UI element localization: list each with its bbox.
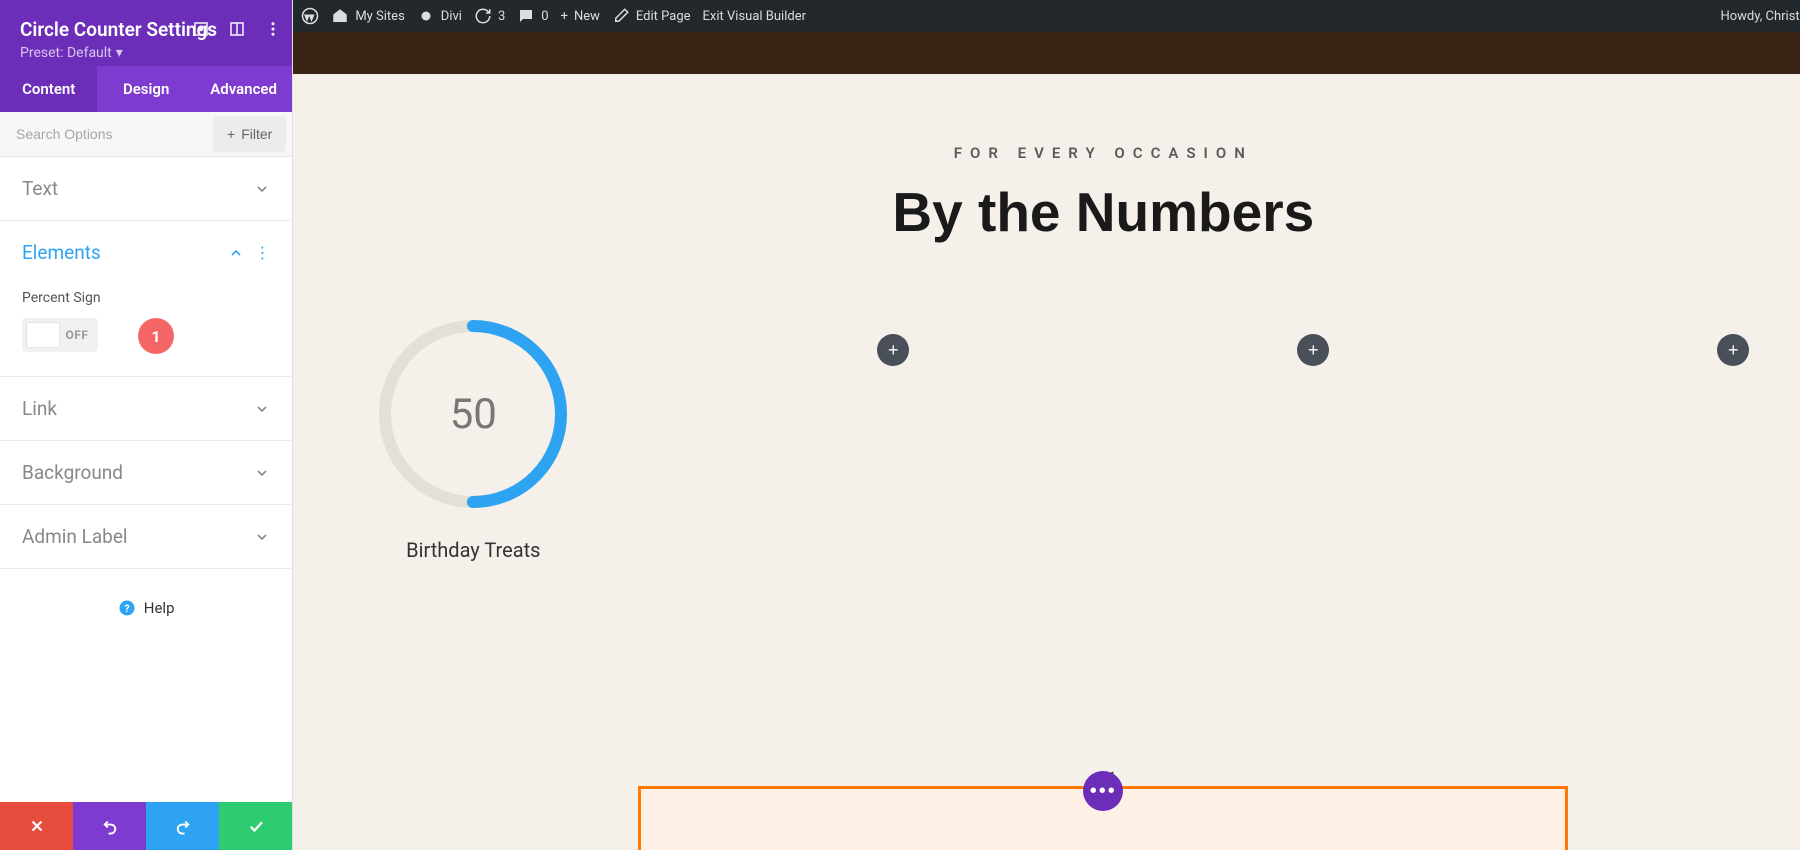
settings-sidebar: Circle Counter Settings Preset: Default … — [0, 0, 293, 850]
chevron-down-icon — [254, 181, 270, 197]
section-background-header[interactable]: Background — [0, 441, 292, 504]
preset-selector[interactable]: Preset: Default ▾ — [20, 45, 123, 61]
section-admin-label: Admin Label — [0, 505, 292, 569]
help-icon: ? — [118, 599, 136, 617]
section-elements: Elements ⋮ Percent Sign OFF — [0, 221, 292, 377]
caret-down-icon: ▾ — [116, 45, 123, 61]
section-subtitle: FOR EVERY OCCASION — [293, 144, 1800, 162]
hero-strip — [293, 32, 1800, 74]
percent-sign-label: Percent Sign — [22, 290, 270, 306]
testimonial-module[interactable]: “ ••• — [638, 786, 1568, 850]
chevron-down-icon — [254, 529, 270, 545]
counters-row: 50 Birthday Treats + + + — [293, 314, 1800, 562]
add-module-button[interactable]: + — [1717, 334, 1749, 366]
add-module-button[interactable]: + — [1297, 334, 1329, 366]
circle-counter: 50 — [373, 314, 573, 514]
section-admin-label-header[interactable]: Admin Label — [0, 505, 292, 568]
section-link-header[interactable]: Link — [0, 377, 292, 440]
tab-content[interactable]: Content — [0, 66, 97, 112]
section-actions: ⋮ — [228, 243, 270, 262]
add-module-col-3: + — [1193, 314, 1433, 562]
section-elements-header[interactable]: Elements ⋮ — [0, 221, 292, 284]
tab-advanced[interactable]: Advanced — [195, 66, 292, 112]
section-title: Text — [22, 177, 58, 200]
section-title: Background — [22, 461, 123, 484]
counter-value: 50 — [373, 314, 573, 514]
search-input[interactable] — [0, 112, 213, 156]
help-link[interactable]: ? Help — [0, 569, 292, 657]
section-title: Admin Label — [22, 525, 128, 548]
section-link: Link — [0, 377, 292, 441]
exit-vb-link[interactable]: Exit Visual Builder — [703, 9, 806, 24]
my-sites-link[interactable]: My Sites — [331, 7, 404, 25]
module-actions-button[interactable]: ••• — [1083, 771, 1123, 811]
section-menu-icon[interactable]: ⋮ — [254, 243, 270, 262]
undo-button[interactable] — [73, 802, 146, 850]
columns-icon[interactable] — [228, 20, 246, 38]
comments-link[interactable]: 0 — [517, 7, 548, 25]
more-icon[interactable] — [264, 20, 282, 38]
preset-label: Preset: Default — [20, 45, 112, 61]
help-label: Help — [144, 599, 175, 617]
section-background: Background — [0, 441, 292, 505]
expand-icon[interactable] — [192, 20, 210, 38]
section-text: Text — [0, 157, 292, 221]
tab-design[interactable]: Design — [97, 66, 194, 112]
howdy-user[interactable]: Howdy, Christina Gwira — [1720, 7, 1800, 25]
add-module-col-2: + — [773, 314, 1013, 562]
settings-tabs: Content Design Advanced — [0, 66, 292, 112]
edit-page-link[interactable]: Edit Page — [612, 7, 691, 25]
add-module-col-4: + — [1613, 314, 1800, 562]
site-divi-link[interactable]: Divi — [417, 7, 462, 25]
toggle-knob — [26, 322, 60, 348]
filter-label: Filter — [241, 126, 272, 142]
circle-counter-module[interactable]: 50 Birthday Treats — [353, 314, 593, 562]
annotation-badge-1: 1 — [138, 318, 174, 354]
wp-logo-icon[interactable] — [301, 7, 319, 25]
svg-text:?: ? — [124, 602, 129, 615]
filter-button[interactable]: + Filter — [213, 116, 286, 152]
wpbar-right: Howdy, Christina Gwira — [1720, 7, 1800, 25]
section-title: Link — [22, 397, 57, 420]
cancel-button[interactable] — [0, 802, 73, 850]
chevron-down-icon — [254, 465, 270, 481]
search-row: + Filter — [0, 112, 292, 157]
content-area: FOR EVERY OCCASION By the Numbers 50 Bir… — [293, 74, 1800, 850]
chevron-up-icon — [228, 245, 244, 261]
toggle-state-label: OFF — [60, 328, 94, 342]
updates-link[interactable]: 3 — [474, 7, 505, 25]
plus-icon: + — [561, 9, 568, 24]
sidebar-footer — [0, 802, 292, 850]
wpbar-left: My Sites Divi 3 0 +New Edit Page Exit Vi… — [301, 7, 806, 25]
add-module-button[interactable]: + — [877, 334, 909, 366]
sidebar-header: Circle Counter Settings Preset: Default … — [0, 0, 292, 66]
section-title: By the Numbers — [293, 180, 1800, 244]
percent-sign-toggle[interactable]: OFF — [22, 318, 98, 352]
counter-label: Birthday Treats — [406, 538, 540, 562]
page-canvas: My Sites Divi 3 0 +New Edit Page Exit Vi… — [293, 0, 1800, 850]
chevron-down-icon — [254, 401, 270, 417]
redo-button[interactable] — [146, 802, 219, 850]
section-text-header[interactable]: Text — [0, 157, 292, 220]
plus-icon: + — [227, 126, 235, 142]
wp-admin-bar: My Sites Divi 3 0 +New Edit Page Exit Vi… — [293, 0, 1800, 32]
save-button[interactable] — [219, 802, 292, 850]
section-title: Elements — [22, 241, 101, 264]
new-link[interactable]: +New — [561, 9, 600, 24]
header-icons — [192, 20, 282, 38]
